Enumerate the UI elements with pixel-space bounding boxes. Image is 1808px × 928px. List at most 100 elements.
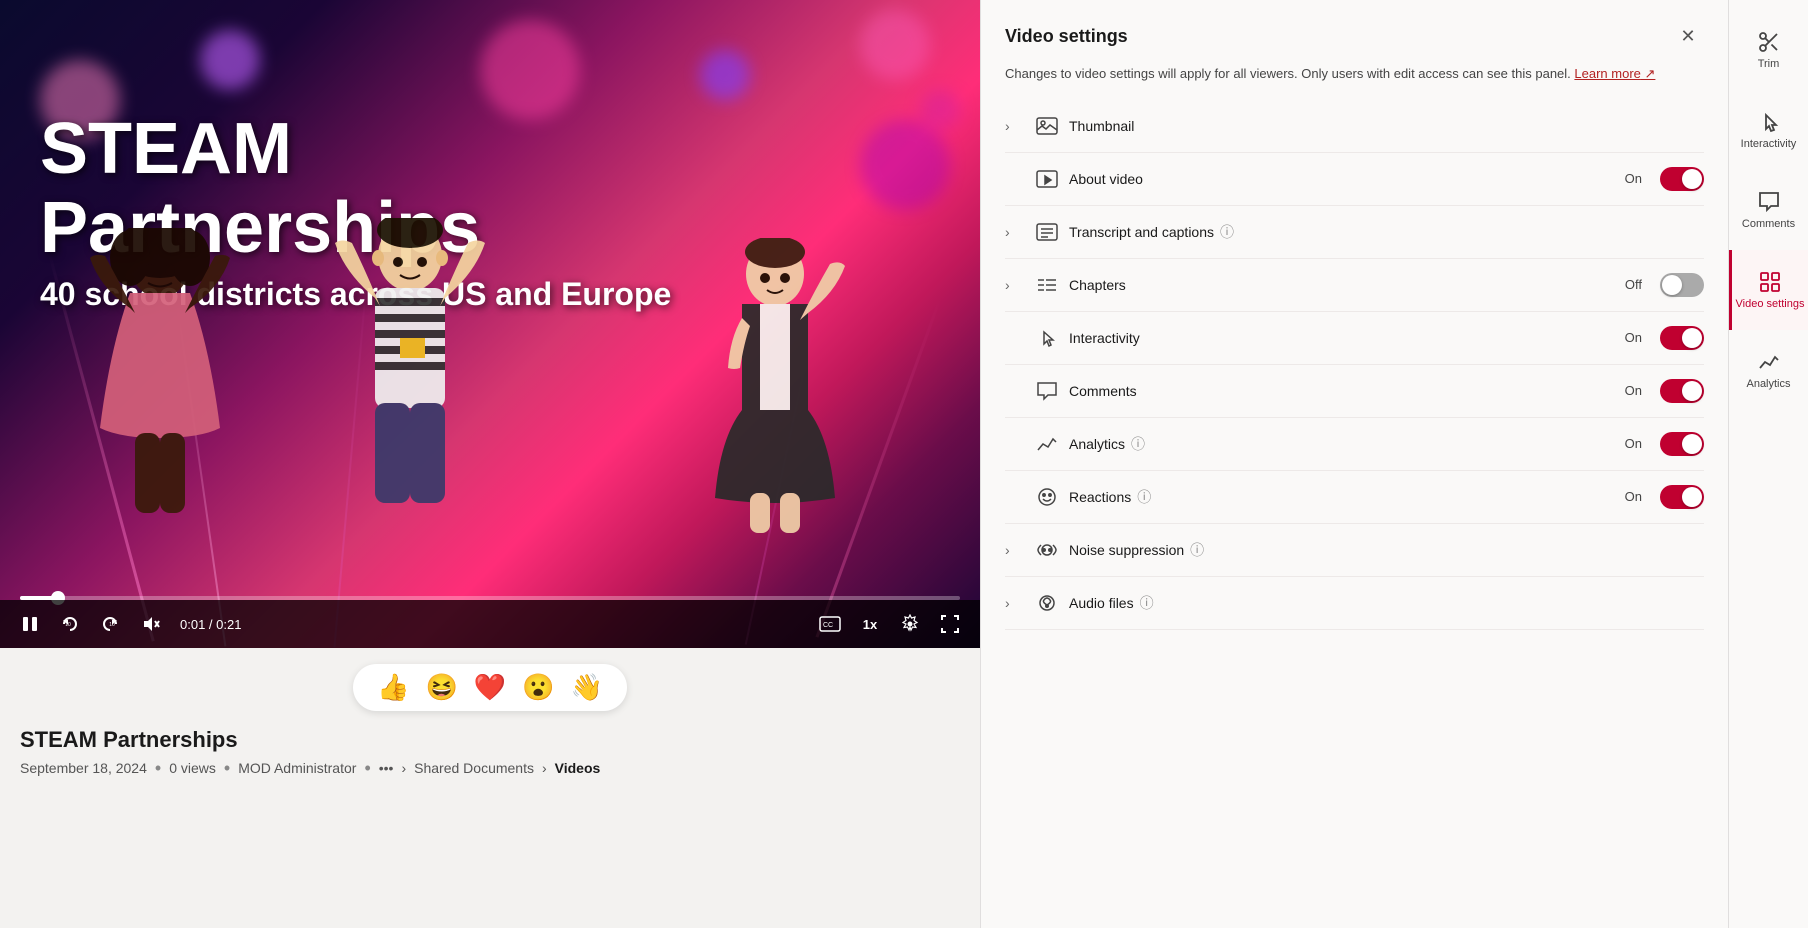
video-author: MOD Administrator [238,760,356,776]
audio-label: Audio files ⓘ [1069,593,1704,613]
svg-text:10: 10 [65,622,71,628]
cc-button[interactable]: CC [816,610,844,638]
speed-button[interactable]: 1x [856,610,884,638]
chevron-transcript[interactable]: › [1005,224,1025,240]
transcript-label: Transcript and captions ⓘ [1069,222,1704,242]
comments-label: Comments [1069,383,1615,399]
reaction-laugh[interactable]: 😆 [425,672,457,703]
interactivity-label: Interactivity [1069,330,1615,346]
comments-icon [1035,379,1059,403]
settings-description: Changes to video settings will apply for… [1005,64,1704,84]
reactions-toggle[interactable] [1660,485,1704,509]
sidebar-item-comments[interactable]: Comments [1729,170,1808,250]
video-date: September 18, 2024 [20,760,147,776]
interactivity-toggle[interactable] [1660,326,1704,350]
comments-toggle[interactable] [1660,379,1704,403]
settings-row-reactions: › Reactions ⓘ On [1005,471,1704,524]
settings-bar-icon [1758,270,1782,294]
analytics-toggle[interactable] [1660,432,1704,456]
chevron-thumbnail[interactable]: › [1005,118,1025,134]
settings-header: Video settings ✕ [1005,20,1704,52]
settings-row-analytics: › Analytics ⓘ On [1005,418,1704,471]
reactions-label: Reactions ⓘ [1069,487,1615,507]
transcript-info-icon[interactable]: ⓘ [1220,222,1234,242]
reactions-status: On [1625,489,1642,504]
sidebar-item-trim[interactable]: Trim [1729,10,1808,90]
reaction-heart[interactable]: ❤️ [474,672,506,703]
more-options-dots[interactable]: ••• [379,760,394,776]
video-title: STEAM Partnerships [20,727,960,753]
svg-text:CC: CC [823,622,833,629]
video-settings-bar-label: Video settings [1736,298,1805,310]
rewind-button[interactable]: 10 [56,610,84,638]
about-video-toggle[interactable] [1660,167,1704,191]
sidebar-item-video-settings[interactable]: Video settings [1729,250,1808,330]
about-video-icon [1035,167,1059,191]
chapters-label: Chapters [1069,277,1615,293]
icon-bar: Trim Interactivity Comments [1728,0,1808,928]
video-views: 0 views [169,760,216,776]
interactivity-bar-label: Interactivity [1741,138,1797,150]
settings-row-thumbnail[interactable]: › Thumbnail [1005,100,1704,153]
interactivity-bar-icon [1757,110,1781,134]
learn-more-link[interactable]: Learn more ↗ [1574,66,1655,81]
settings-row-noise[interactable]: › Noise suppression ⓘ [1005,524,1704,577]
chevron-audio[interactable]: › [1005,595,1025,611]
video-controls: 10 10 [0,600,980,648]
chevron-chapters[interactable]: › [1005,277,1025,293]
video-player[interactable]: STEAM Partnerships 40 school districts a… [0,0,980,648]
settings-row-comments: › Comments On [1005,365,1704,418]
reactions-pill: 👍 😆 ❤️ 😮 👋 [353,664,627,711]
settings-title: Video settings [1005,26,1128,47]
video-metadata: STEAM Partnerships September 18, 2024 • … [0,711,980,777]
trim-label: Trim [1758,58,1780,70]
analytics-label: Analytics ⓘ [1069,434,1615,454]
settings-row-audio[interactable]: › Audio files ⓘ [1005,577,1704,630]
audio-icon [1035,591,1059,615]
settings-row-transcript[interactable]: › Transcript and captions ⓘ [1005,206,1704,259]
about-video-status: On [1625,171,1642,186]
settings-row-about-video: › About video On [1005,153,1704,206]
audio-info-icon[interactable]: ⓘ [1140,593,1154,613]
settings-button[interactable] [896,610,924,638]
transcript-icon [1035,220,1059,244]
analytics-icon [1035,432,1059,456]
video-title-line1: STEAM [40,110,671,189]
speed-label: 1x [863,617,877,632]
thumbnail-icon [1035,114,1059,138]
analytics-info-icon[interactable]: ⓘ [1131,434,1145,454]
analytics-status: On [1625,436,1642,451]
close-settings-button[interactable]: ✕ [1672,20,1704,52]
reaction-wave[interactable]: 👋 [571,672,603,703]
reactions-bar: 👍 😆 ❤️ 😮 👋 [0,664,980,711]
noise-info-icon[interactable]: ⓘ [1190,540,1204,560]
mute-button[interactable] [136,610,164,638]
reactions-info-icon[interactable]: ⓘ [1137,487,1151,507]
breadcrumb-arrow1: › [401,760,406,776]
children-figures [0,248,980,588]
breadcrumb-videos[interactable]: Videos [555,760,601,776]
analytics-bar-label: Analytics [1746,378,1790,390]
settings-row-interactivity: › Interactivity On [1005,312,1704,365]
analytics-bar-icon [1757,350,1781,374]
sidebar-item-analytics[interactable]: Analytics [1729,330,1808,410]
comments-bar-label: Comments [1742,218,1795,230]
video-subtitle-bar: September 18, 2024 • 0 views • MOD Admin… [20,759,960,777]
chapters-toggle[interactable] [1660,273,1704,297]
settings-panel: Video settings ✕ Changes to video settin… [980,0,1728,928]
reaction-wow[interactable]: 😮 [522,672,554,703]
forward-button[interactable]: 10 [96,610,124,638]
breadcrumb-shared[interactable]: Shared Documents [414,760,534,776]
fullscreen-button[interactable] [936,610,964,638]
chevron-noise[interactable]: › [1005,542,1025,558]
comments-status: On [1625,383,1642,398]
play-pause-button[interactable] [16,610,44,638]
scissors-icon [1757,30,1781,54]
chapters-status: Off [1625,277,1642,292]
svg-text:10: 10 [109,622,115,628]
about-video-label: About video [1069,171,1615,187]
thumbnail-label: Thumbnail [1069,118,1704,134]
noise-icon [1035,538,1059,562]
sidebar-item-interactivity[interactable]: Interactivity [1729,90,1808,170]
reaction-thumbsup[interactable]: 👍 [377,672,409,703]
